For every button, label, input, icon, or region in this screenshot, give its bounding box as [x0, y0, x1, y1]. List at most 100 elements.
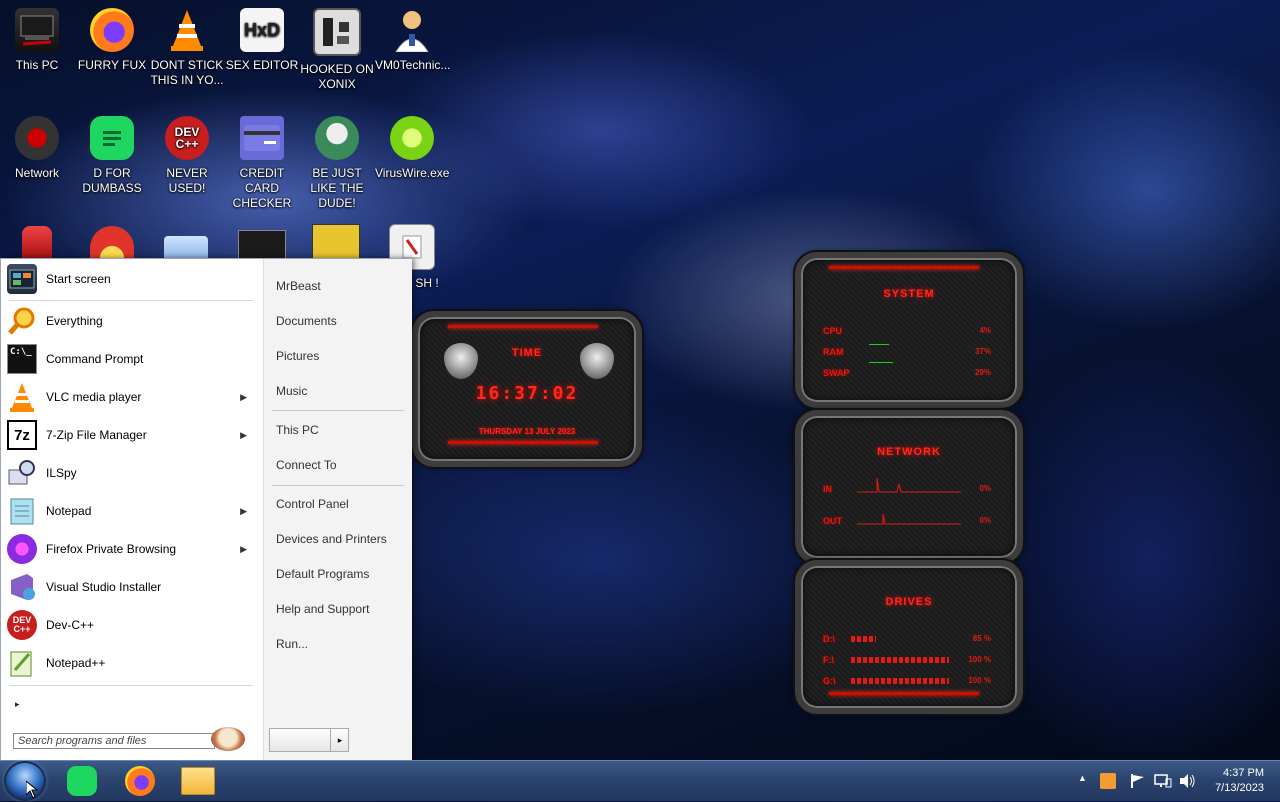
sr-control-panel[interactable]: Control Panel — [276, 497, 349, 511]
doctor-icon — [390, 8, 434, 52]
desktop-icon-dont-stick[interactable]: DONT STICK THIS IN YO... — [150, 8, 224, 88]
sm-command-prompt[interactable]: C:\_ Command Prompt — [7, 342, 255, 376]
desktop-icon-credit-card-checker[interactable]: CREDIT CARD CHECKER — [225, 116, 299, 211]
desktop-icon-hooked-on-xonix[interactable]: HOOKED ON XONIX — [300, 8, 374, 92]
sm-label: ILSpy — [46, 466, 77, 480]
desktop-icon-label: D FOR DUMBASS — [82, 166, 142, 195]
start-menu: Start screen Everything C:\_ Command Pro… — [0, 258, 412, 762]
computer-icon — [15, 8, 59, 52]
sm-vs-installer[interactable]: Visual Studio Installer — [7, 570, 255, 604]
time-gadget-date: THURSDAY 13 JULY 2023 — [478, 427, 576, 436]
vlc-cone-icon — [165, 8, 209, 52]
taskbar-firefox-button[interactable] — [120, 764, 160, 798]
start-screen-icon — [7, 264, 37, 294]
drive-d-label: D:\ — [823, 634, 835, 644]
sr-music[interactable]: Music — [276, 384, 307, 398]
sm-notepad[interactable]: Notepad ▶ — [7, 494, 255, 528]
sr-documents[interactable]: Documents — [276, 314, 337, 328]
sr-default-programs[interactable]: Default Programs — [276, 567, 369, 581]
sr-run[interactable]: Run... — [276, 637, 308, 651]
start-button[interactable] — [6, 763, 44, 799]
divider — [272, 410, 404, 411]
sm-start-screen[interactable]: Start screen — [7, 262, 255, 296]
vlc-icon — [7, 382, 37, 412]
system-gadget[interactable]: SYSTEM CPU 4% RAM 37% SWAP 29% — [795, 252, 1023, 408]
desktop-icon-furry-fux[interactable]: FURRY FUX — [75, 8, 149, 73]
drive-g-value: 100 % — [968, 676, 991, 685]
volume-icon[interactable] — [1178, 773, 1196, 792]
sm-vlc[interactable]: VLC media player ▶ — [7, 380, 255, 414]
taskbar-chat-button[interactable] — [62, 764, 102, 798]
notepadpp-icon — [7, 648, 37, 678]
desktop-icon-never-used[interactable]: DEV C++ NEVER USED! — [150, 116, 224, 196]
magnifier-icon — [7, 306, 37, 336]
sr-help-support[interactable]: Help and Support — [276, 602, 369, 616]
taskbar-clock[interactable]: 4:37 PM 7/13/2023 — [1215, 766, 1264, 796]
submenu-arrow-icon: ▶ — [240, 429, 247, 440]
swap-label: SWAP — [823, 368, 850, 378]
network-graph — [857, 477, 961, 525]
action-center-flag-icon[interactable] — [1130, 773, 1146, 792]
sm-ilspy[interactable]: ILSpy — [7, 456, 255, 490]
card-icon — [240, 116, 284, 160]
time-gadget[interactable]: TIME 16:37:02 THURSDAY 13 JULY 2023 — [412, 311, 642, 467]
sr-devices-printers[interactable]: Devices and Printers — [276, 532, 387, 546]
desktop-icon-label: HOOKED ON XONIX — [300, 62, 374, 91]
game-icon — [313, 8, 361, 56]
firefox-private-icon — [7, 534, 37, 564]
network-out-label: OUT — [823, 516, 842, 526]
all-programs-arrow[interactable]: ▸ — [15, 699, 20, 710]
submenu-arrow-icon: ▶ — [240, 543, 247, 554]
taskbar-explorer-button[interactable] — [178, 764, 218, 798]
sm-7zip[interactable]: 7z 7-Zip File Manager ▶ — [7, 418, 255, 452]
sm-notepadpp[interactable]: Notepad++ — [7, 646, 255, 680]
app-icon — [90, 226, 134, 258]
divider — [272, 485, 404, 486]
desktop-icon-be-just-like-the-dude[interactable]: BE JUST LIKE THE DUDE! — [300, 116, 374, 211]
santa-icon — [315, 116, 359, 160]
sm-everything[interactable]: Everything — [7, 304, 255, 338]
sr-this-pc[interactable]: This PC — [276, 423, 319, 437]
sm-firefox-private[interactable]: Firefox Private Browsing ▶ — [7, 532, 255, 566]
start-menu-programs: Start screen Everything C:\_ Command Pro… — [1, 259, 263, 761]
firefox-icon — [90, 8, 134, 52]
7zip-icon: 7z — [7, 420, 37, 450]
sm-label: Notepad — [46, 504, 92, 518]
sm-label: 7-Zip File Manager — [46, 428, 147, 442]
desktop-icon-label: NEVER USED! — [166, 166, 208, 195]
drives-gadget[interactable]: DRIVES D:\ 85 % F:\ 100 % G:\ 100 % — [795, 560, 1023, 714]
tray-overflow-arrow[interactable]: ▲ — [1078, 773, 1087, 783]
network-tray-icon[interactable] — [1154, 773, 1172, 792]
devcpp-icon: DEV C++ — [165, 116, 209, 160]
vs-installer-icon — [7, 572, 37, 602]
network-gadget[interactable]: NETWORK IN 0% OUT 0% — [795, 410, 1023, 564]
desktop-icon-d-for-dumbass[interactable]: D FOR DUMBASS — [75, 116, 149, 196]
drive-d-value: 85 % — [972, 634, 991, 643]
tray-app-icon[interactable] — [1100, 773, 1116, 789]
desktop-icon-sex-editor[interactable]: HxD SEX EDITOR — [225, 8, 299, 73]
cpu-label: CPU — [823, 326, 843, 336]
swap-meter — [869, 362, 893, 363]
desktop-icon-this-pc[interactable]: This PC — [0, 8, 74, 73]
sr-mrbeast[interactable]: MrBeast — [276, 279, 321, 293]
sm-label: Start screen — [46, 272, 111, 286]
clock-time: 4:37 PM — [1223, 767, 1264, 779]
desktop-icon-vm0technic[interactable]: VM0Technic... — [375, 8, 450, 73]
sr-pictures[interactable]: Pictures — [276, 349, 319, 363]
drive-d-bar — [851, 636, 876, 642]
search-input[interactable]: Search programs and files — [13, 733, 215, 749]
shutdown-options-arrow[interactable]: ▸ — [330, 729, 349, 751]
ram-meter — [869, 344, 889, 345]
desktop-icon-network[interactable]: Network — [0, 116, 74, 181]
sm-label: Notepad++ — [46, 656, 106, 670]
drive-g-bar — [851, 678, 949, 684]
sm-devcpp[interactable]: DEV C++ Dev-C++ — [7, 608, 255, 642]
desktop-icon-viruswire[interactable]: VirusWire.exe — [375, 116, 449, 181]
mouse-cursor-icon — [25, 779, 39, 802]
sr-connect-to[interactable]: Connect To — [276, 458, 337, 472]
submenu-arrow-icon: ▶ — [240, 505, 247, 516]
taskbar: ▲ 4:37 PM 7/13/2023 — [0, 760, 1280, 801]
search-logo-icon[interactable] — [211, 727, 245, 751]
sm-label: Visual Studio Installer — [46, 580, 162, 594]
submenu-arrow-icon: ▶ — [240, 391, 247, 402]
